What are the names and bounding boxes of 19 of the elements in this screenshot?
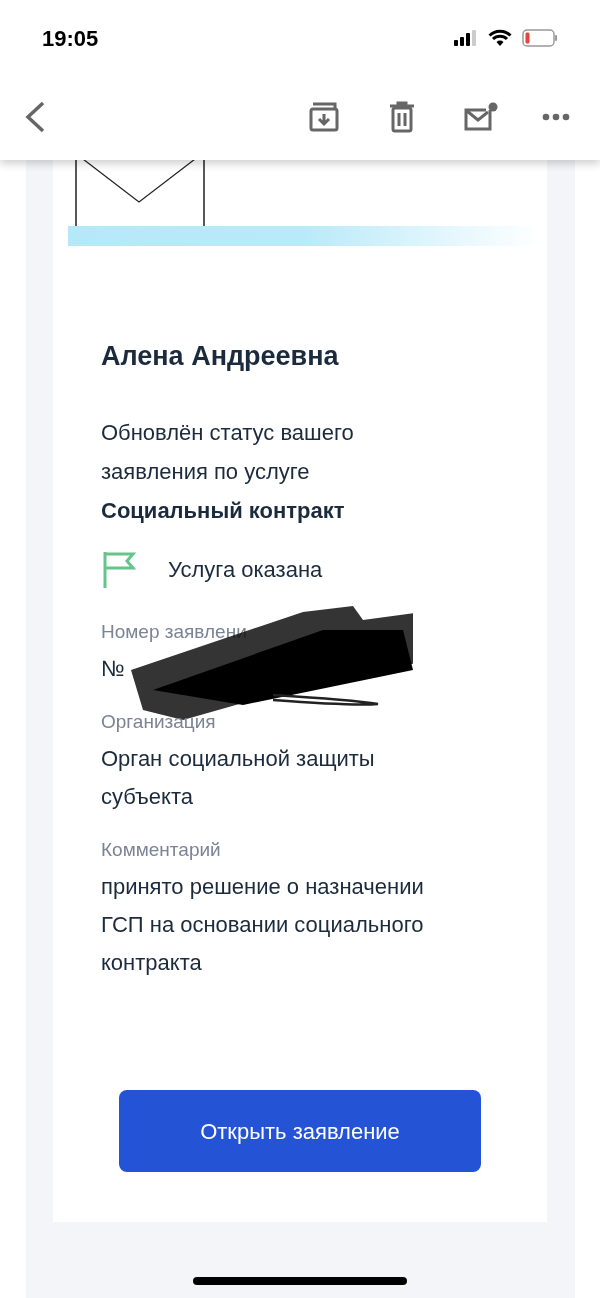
battery-icon xyxy=(522,29,558,47)
flag-icon xyxy=(101,549,137,590)
wifi-icon xyxy=(488,29,512,47)
archive-icon[interactable] xyxy=(308,102,340,132)
field-value: принято решение о назначении ГСП на основании социального контракта xyxy=(101,872,425,977)
field-label: Организация xyxy=(101,709,217,734)
recipient-name: Алена Андреевна xyxy=(101,340,340,373)
unread-mail-icon[interactable] xyxy=(464,102,498,132)
field-label: Номер заявлени xyxy=(101,619,248,644)
status-message: Обновлён статус вашего заявления по услуге Социальный контракт xyxy=(101,418,355,525)
more-icon[interactable] xyxy=(542,113,570,121)
delete-icon[interactable] xyxy=(388,101,416,133)
field-value: № xyxy=(101,654,126,683)
field-label: Комментарий xyxy=(101,837,222,862)
field-value: Орган социальной защиты субъекта xyxy=(101,744,376,811)
signal-icon xyxy=(454,30,478,46)
status-text: Услуга оказана xyxy=(168,556,323,584)
open-application-button[interactable]: Открыть заявление xyxy=(119,1090,481,1172)
status-time: 19:05 xyxy=(42,24,99,53)
